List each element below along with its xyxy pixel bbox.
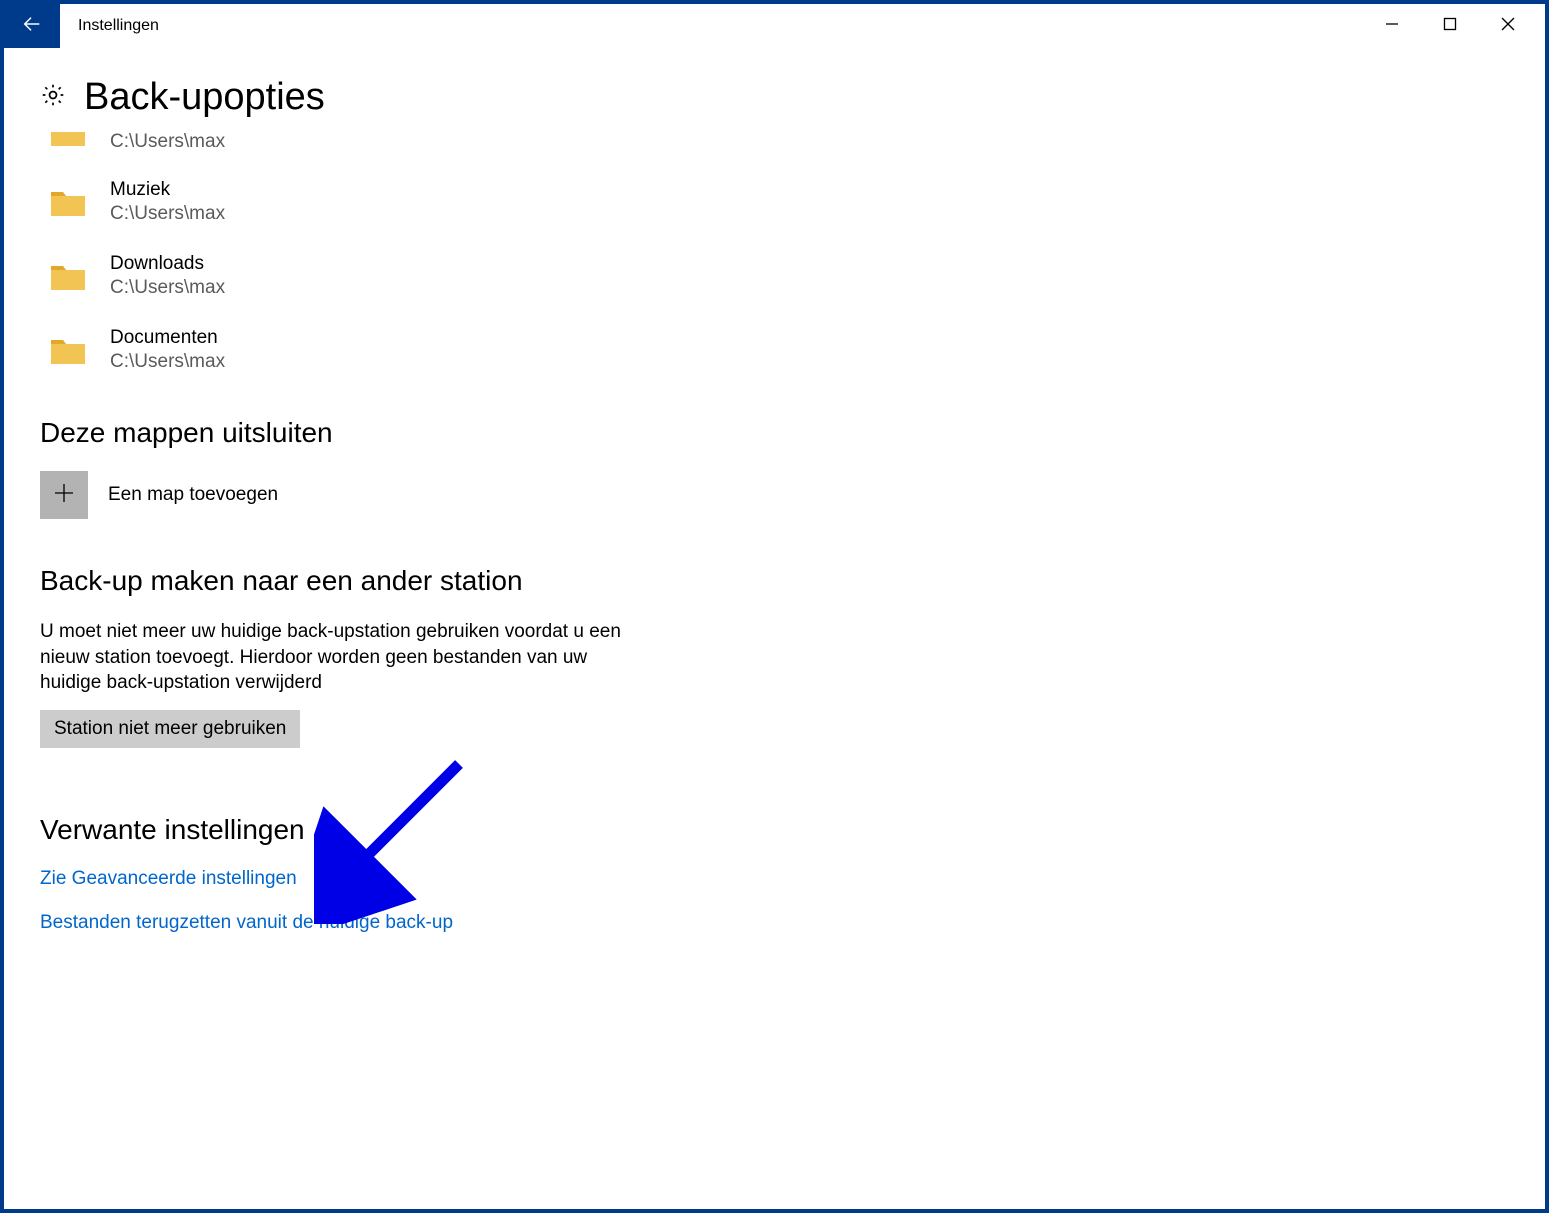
minimize-button[interactable] [1363,4,1421,48]
close-button[interactable] [1479,4,1537,48]
folder-name: Downloads [110,253,225,275]
folder-icon [48,256,88,296]
section-heading-related: Verwante instellingen [40,814,1545,846]
list-item[interactable]: C:\Users\max [48,131,1545,171]
window-title: Instellingen [60,4,1363,48]
page-header: Back-upopties [40,76,1545,119]
list-item[interactable]: Downloads C:\Users\max [48,245,1545,319]
folder-text: Downloads C:\Users\max [110,253,225,299]
plus-icon [53,482,75,509]
arrow-left-icon [21,13,43,40]
window-controls [1363,4,1545,48]
folder-path: C:\Users\max [110,131,225,153]
back-button[interactable] [4,4,60,48]
folder-path: C:\Users\max [110,351,225,373]
titlebar: Instellingen [4,4,1545,48]
folder-path: C:\Users\max [110,277,225,299]
folder-icon [48,182,88,222]
link-restore-files[interactable]: Bestanden terugzetten vanuit de huidige … [40,912,453,934]
gear-icon [40,82,66,113]
page-title: Back-upopties [84,76,325,119]
maximize-icon [1443,17,1457,36]
add-folder-label: Een map toevoegen [108,484,278,506]
minimize-icon [1385,17,1399,36]
folder-icon [48,330,88,370]
related-links: Zie Geavanceerde instellingen Bestanden … [40,868,1545,934]
folder-icon [48,132,88,152]
list-item[interactable]: Muziek C:\Users\max [48,171,1545,245]
add-folder-square [40,471,88,519]
folder-text: Documenten C:\Users\max [110,327,225,373]
folder-name: Muziek [110,179,225,201]
link-advanced-settings[interactable]: Zie Geavanceerde instellingen [40,868,297,890]
folder-name: Documenten [110,327,225,349]
list-item[interactable]: Documenten C:\Users\max [48,319,1545,393]
section-heading-exclude: Deze mappen uitsluiten [40,417,1545,449]
other-drive-description: U moet niet meer uw huidige back-upstati… [40,619,630,696]
content-area: Back-upopties C:\Users\max M [4,48,1545,934]
folder-text: C:\Users\max [110,131,225,153]
add-folder-button[interactable]: Een map toevoegen [40,471,1545,519]
section-heading-other-drive: Back-up maken naar een ander station [40,565,1545,597]
stop-using-drive-button[interactable]: Station niet meer gebruiken [40,710,300,748]
folder-list: C:\Users\max Muziek C:\Users\max [48,131,1545,393]
maximize-button[interactable] [1421,4,1479,48]
folder-path: C:\Users\max [110,203,225,225]
close-icon [1501,17,1515,36]
folder-text: Muziek C:\Users\max [110,179,225,225]
